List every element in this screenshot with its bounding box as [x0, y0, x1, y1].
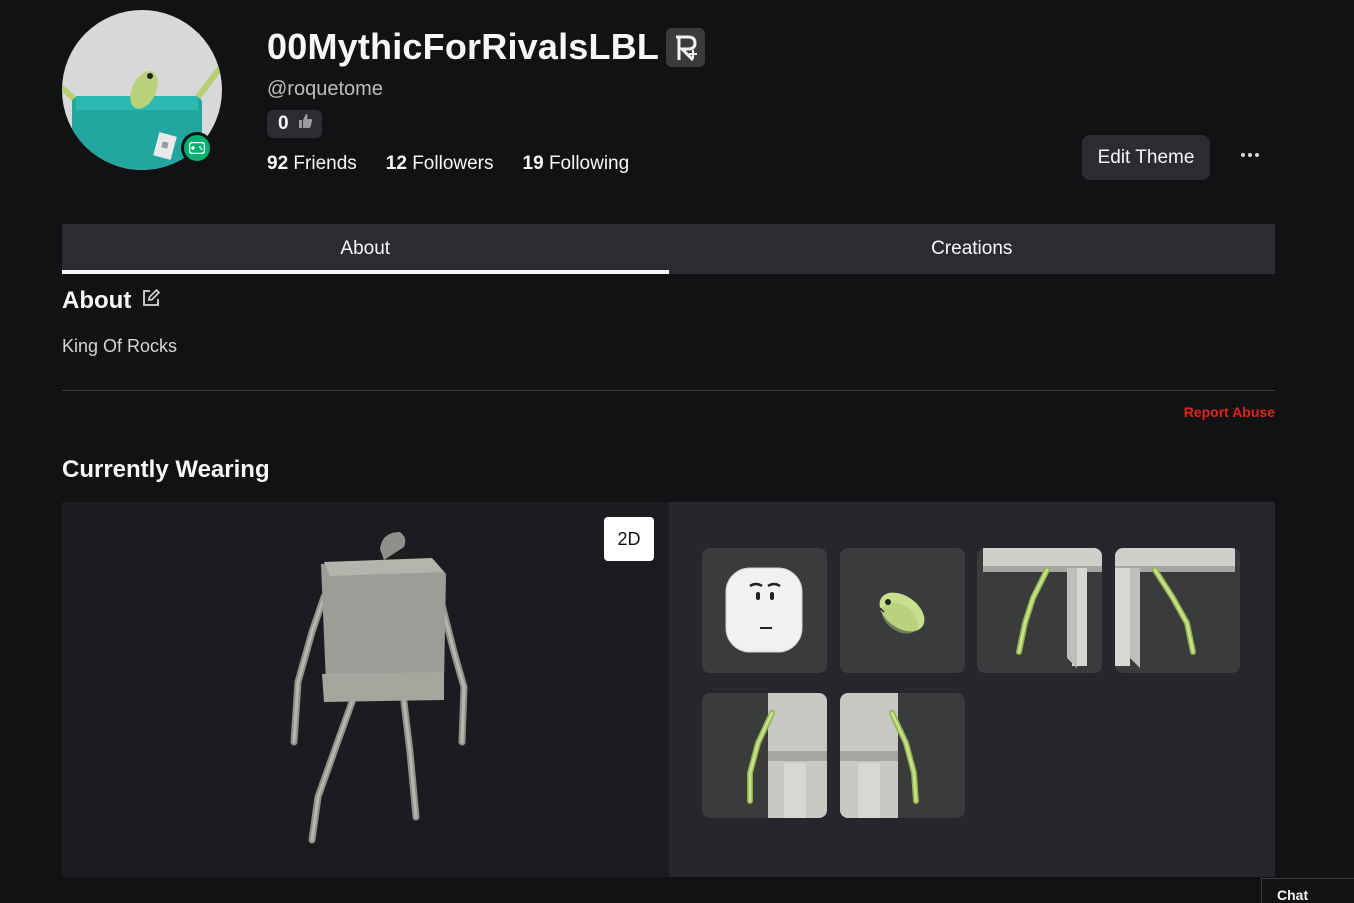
social-stats: 92 Friends 12 Followers 19 Following [267, 153, 629, 175]
profile-page: 00MythicForRivalsLBL @roquetome 0 92 Fri… [0, 0, 1354, 903]
wearing-item-face[interactable] [702, 548, 827, 673]
following-count: 19 [522, 153, 544, 174]
following-label: Following [548, 153, 630, 174]
friends-label: Friends [293, 153, 357, 174]
about-title: About [62, 287, 132, 314]
report-abuse-link[interactable]: Report Abuse [1184, 404, 1275, 420]
ellipsis-icon[interactable] [1234, 140, 1266, 170]
about-description: King Of Rocks [62, 336, 178, 356]
profile-tabs: About Creations [62, 224, 1275, 274]
stat-following[interactable]: 19 Following [523, 153, 630, 175]
wearing-items-panel [669, 502, 1275, 877]
chat-button[interactable]: Chat [1261, 878, 1354, 903]
followers-label: Followers [412, 153, 494, 174]
edit-icon[interactable] [141, 287, 161, 315]
stat-friends[interactable]: 92 Friends [267, 153, 357, 175]
avatar-3d-viewer[interactable]: 2D [62, 502, 669, 877]
thumbs-up-icon [297, 113, 313, 135]
wearing-item-bean-head[interactable] [840, 548, 965, 673]
followers-count: 12 [385, 153, 407, 174]
presence-badge [181, 132, 213, 164]
about-heading: About [62, 287, 161, 315]
wearing-item-leg-right[interactable] [840, 693, 965, 818]
likes-count: 0 [278, 113, 289, 134]
stat-followers[interactable]: 12 Followers [386, 153, 494, 175]
divider [62, 390, 1275, 391]
tab-creations[interactable]: Creations [669, 224, 1276, 274]
avatar-figure [290, 532, 468, 844]
toggle-2d-button[interactable]: 2D [604, 517, 654, 561]
currently-wearing-title: Currently Wearing [62, 456, 270, 483]
display-name: 00MythicForRivalsLBL [267, 26, 660, 67]
username: @roquetome [267, 78, 383, 100]
wearing-item-leg-left[interactable] [702, 693, 827, 818]
premium-badge-icon [666, 28, 705, 67]
avatar[interactable] [62, 10, 222, 170]
edit-theme-button[interactable]: Edit Theme [1082, 135, 1210, 180]
friends-count: 92 [267, 153, 289, 174]
tab-about[interactable]: About [62, 224, 669, 274]
likes-counter: 0 [267, 110, 322, 138]
wearing-item-torso-left[interactable] [977, 548, 1102, 673]
gamepad-icon [184, 135, 210, 161]
wearing-item-torso-right[interactable] [1115, 548, 1240, 673]
